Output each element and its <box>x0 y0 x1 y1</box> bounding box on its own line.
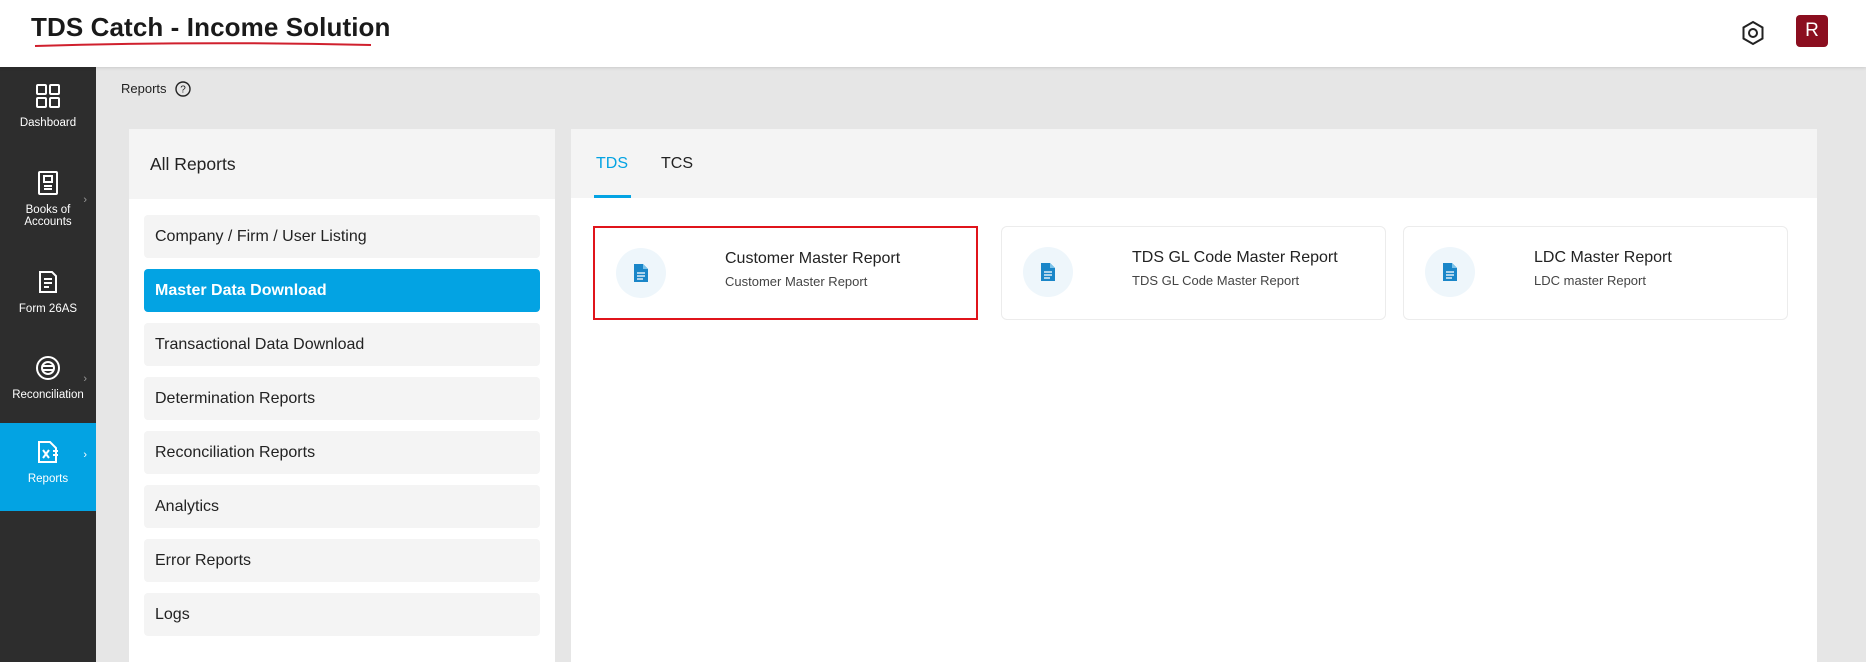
document-icon <box>616 248 666 298</box>
sidebar-item-books-of-accounts[interactable]: Books of Accounts › <box>0 168 96 248</box>
title-underline-swoosh <box>34 42 372 47</box>
active-tab-indicator <box>594 195 631 198</box>
book-icon <box>33 168 63 198</box>
report-card-tds-gl-code-master[interactable]: TDS GL Code Master Report TDS GL Code Ma… <box>1001 226 1386 320</box>
sidebar-item-label: Reconciliation <box>12 389 84 401</box>
chevron-right-icon: › <box>83 449 87 461</box>
report-category-company-listing[interactable]: Company / Firm / User Listing <box>144 215 540 258</box>
document-icon <box>1023 247 1073 297</box>
form-icon <box>33 267 63 297</box>
svg-text:?: ? <box>180 84 186 95</box>
report-category-reconciliation-reports[interactable]: Reconciliation Reports <box>144 431 540 474</box>
card-subtitle: LDC master Report <box>1534 273 1646 288</box>
sidebar-item-label: Form 26AS <box>18 303 78 315</box>
chevron-right-icon: › <box>83 373 87 385</box>
report-category-error-reports[interactable]: Error Reports <box>144 539 540 582</box>
top-header: TDS Catch - Income Solution R <box>0 0 1866 67</box>
chevron-right-icon: › <box>83 194 87 206</box>
sidebar: Dashboard Books of Accounts › Form 26AS <box>0 67 96 662</box>
tab-tds[interactable]: TDS <box>596 155 628 173</box>
excel-file-icon <box>33 437 63 467</box>
sidebar-item-form-26as[interactable]: Form 26AS <box>0 267 96 337</box>
breadcrumb: Reports ? <box>121 80 192 97</box>
all-reports-header: All Reports <box>129 129 555 199</box>
user-avatar[interactable]: R <box>1796 15 1828 47</box>
report-card-customer-master[interactable]: Customer Master Report Customer Master R… <box>593 226 978 320</box>
document-icon <box>1425 247 1475 297</box>
report-card-ldc-master[interactable]: LDC Master Report LDC master Report <box>1403 226 1788 320</box>
tabs-bar: TDS TCS <box>571 129 1817 198</box>
card-subtitle: TDS GL Code Master Report <box>1132 273 1300 288</box>
report-category-transactional-data-download[interactable]: Transactional Data Download <box>144 323 540 366</box>
all-reports-panel: All Reports Company / Firm / User Listin… <box>129 129 555 662</box>
reports-content-panel: TDS TCS Customer Master Report Customer … <box>571 129 1817 662</box>
sidebar-item-label: Dashboard <box>19 117 77 129</box>
reconciliation-icon <box>33 353 63 383</box>
tab-tcs[interactable]: TCS <box>661 155 693 173</box>
card-subtitle: Customer Master Report <box>725 274 868 289</box>
report-category-master-data-download[interactable]: Master Data Download <box>144 269 540 312</box>
report-category-analytics[interactable]: Analytics <box>144 485 540 528</box>
settings-hexagon-icon <box>1742 20 1764 46</box>
sidebar-item-reconciliation[interactable]: Reconciliation › <box>0 347 96 427</box>
card-title: LDC Master Report <box>1534 249 1672 266</box>
sidebar-item-label: Reports <box>27 473 69 485</box>
grid-icon <box>33 81 63 111</box>
help-icon[interactable]: ? <box>175 80 192 97</box>
settings-button[interactable] <box>1738 18 1768 48</box>
card-title: TDS GL Code Master Report <box>1132 249 1338 266</box>
panel-title: All Reports <box>150 153 236 174</box>
sidebar-item-label: Books of Accounts <box>24 204 72 228</box>
app-title: TDS Catch - Income Solution <box>31 12 391 42</box>
card-title: Customer Master Report <box>725 250 901 267</box>
report-category-determination-reports[interactable]: Determination Reports <box>144 377 540 420</box>
sidebar-item-reports[interactable]: Reports › <box>0 423 96 511</box>
report-category-logs[interactable]: Logs <box>144 593 540 636</box>
sidebar-item-dashboard[interactable]: Dashboard <box>0 81 96 151</box>
breadcrumb-current: Reports <box>121 81 167 96</box>
